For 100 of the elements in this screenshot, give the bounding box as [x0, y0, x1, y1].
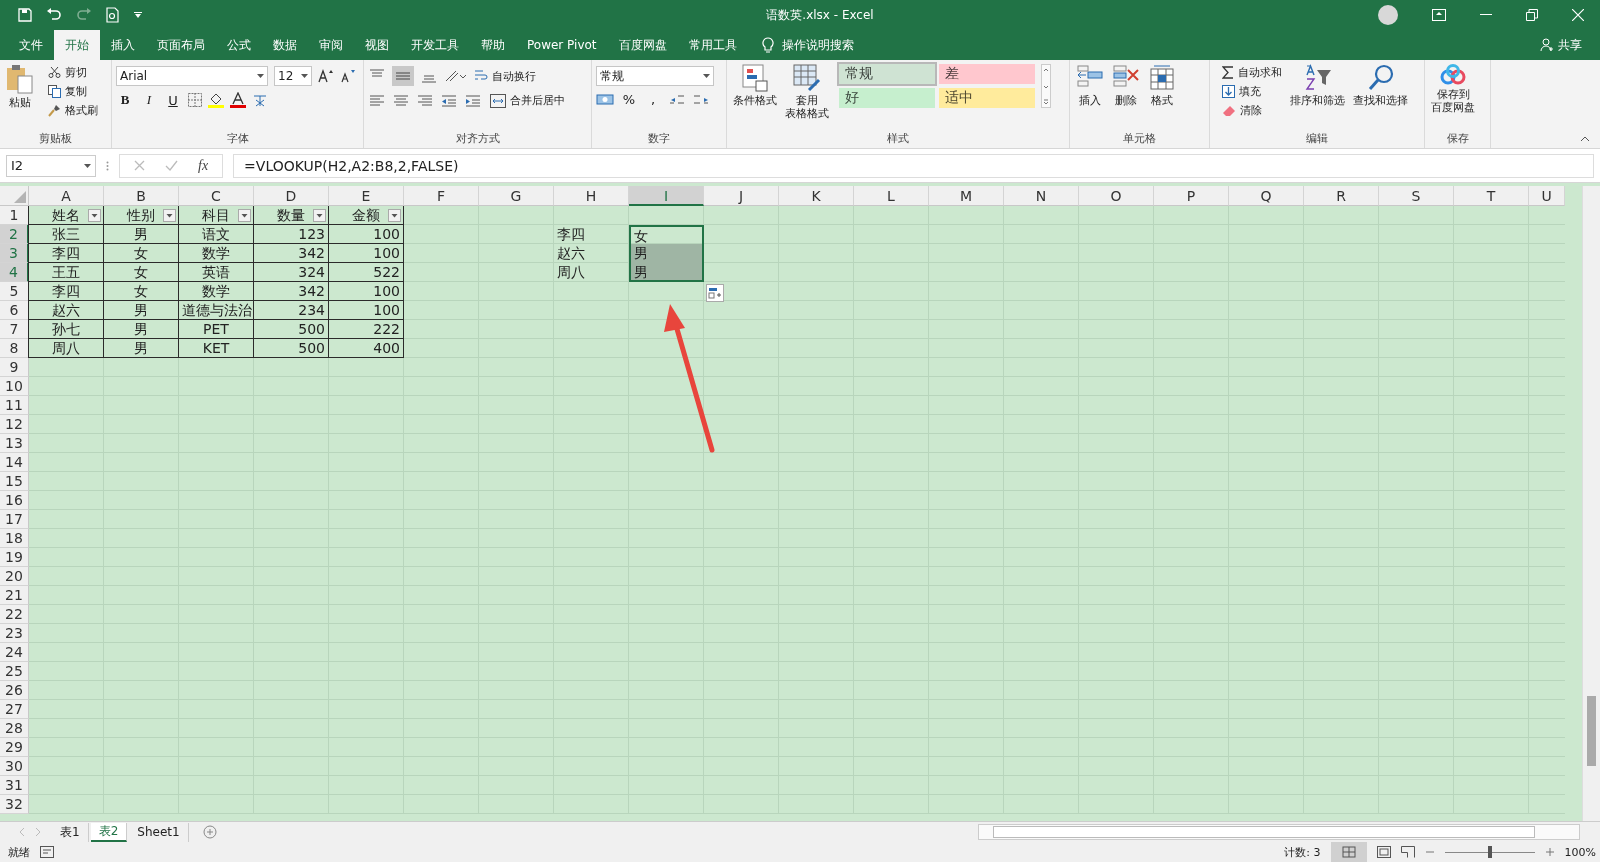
- row-header[interactable]: 28: [0, 719, 29, 738]
- font-color-icon[interactable]: [230, 92, 246, 108]
- filter-dropdown-icon[interactable]: [163, 209, 176, 222]
- sheet-tab[interactable]: Sheet1: [129, 822, 189, 842]
- name-box[interactable]: I2: [6, 154, 96, 177]
- row-header[interactable]: 29: [0, 738, 29, 757]
- row-header[interactable]: 19: [0, 548, 29, 567]
- column-header[interactable]: B: [104, 186, 179, 206]
- save-to-cloud-button[interactable]: 保存到 百度网盘: [1429, 64, 1477, 114]
- wrap-text-button[interactable]: 自动换行: [472, 67, 538, 85]
- filter-dropdown-icon[interactable]: [313, 209, 326, 222]
- row-header[interactable]: 9: [0, 358, 29, 377]
- row-header[interactable]: 8: [0, 339, 29, 358]
- row-header[interactable]: 22: [0, 605, 29, 624]
- caret-icon[interactable]: [703, 74, 710, 78]
- row-header[interactable]: 5: [0, 282, 29, 301]
- quick-analysis-icon[interactable]: [706, 284, 724, 302]
- cells-button[interactable]: 插入: [1074, 64, 1106, 107]
- close-icon[interactable]: [1572, 9, 1584, 21]
- row-header[interactable]: 11: [0, 396, 29, 415]
- row-header[interactable]: 6: [0, 301, 29, 320]
- row-header[interactable]: 2: [0, 225, 29, 244]
- row-header[interactable]: 1: [0, 206, 29, 225]
- row-header[interactable]: 10: [0, 377, 29, 396]
- font-size-dropdown[interactable]: 12: [274, 66, 312, 86]
- column-header[interactable]: I: [629, 186, 704, 206]
- sheet-tab[interactable]: 表2: [90, 822, 128, 842]
- cell-style-tile[interactable]: 常规: [839, 64, 935, 84]
- cell-style-tile[interactable]: 好: [839, 88, 935, 108]
- editing-action[interactable]: 清除: [1220, 102, 1284, 119]
- normal-view-icon[interactable]: [1330, 842, 1367, 862]
- column-header[interactable]: U: [1529, 186, 1565, 206]
- row-header[interactable]: 4: [0, 263, 29, 282]
- font-style-button[interactable]: B: [116, 92, 134, 108]
- font-style-button[interactable]: I: [140, 92, 158, 108]
- row-header[interactable]: 15: [0, 472, 29, 491]
- row-header[interactable]: 20: [0, 567, 29, 586]
- conditional-format-button[interactable]: 条件格式: [731, 64, 779, 107]
- ribbon-tab[interactable]: Power Pivot: [516, 30, 608, 60]
- caret-icon[interactable]: [301, 74, 308, 78]
- phonetic-icon[interactable]: [252, 92, 268, 108]
- ribbon-display-icon[interactable]: [1432, 9, 1446, 21]
- row-header[interactable]: 13: [0, 434, 29, 453]
- merge-center-button[interactable]: 合并后居中: [488, 92, 567, 109]
- sort-filter-button[interactable]: 排序和筛选: [1288, 64, 1347, 107]
- cell-style-tile[interactable]: 适中: [939, 88, 1035, 108]
- ribbon-tab[interactable]: 插入: [100, 30, 146, 60]
- increase-indent-icon[interactable]: [464, 93, 482, 108]
- filter-dropdown-icon[interactable]: [238, 209, 251, 222]
- increase-decimal-icon[interactable]: [668, 92, 686, 107]
- row-header[interactable]: 27: [0, 700, 29, 719]
- formula-input[interactable]: =VLOOKUP(H2,A2:B8,2,FALSE): [233, 153, 1594, 178]
- row-header[interactable]: 3: [0, 244, 29, 263]
- editing-action[interactable]: 填充: [1220, 83, 1284, 100]
- column-header[interactable]: G: [479, 186, 554, 206]
- ribbon-tab[interactable]: 开始: [54, 30, 100, 60]
- cell-style-tile[interactable]: 差: [939, 64, 1035, 84]
- row-header[interactable]: 26: [0, 681, 29, 700]
- checkmark-icon[interactable]: [165, 160, 178, 171]
- print-preview-icon[interactable]: [106, 7, 120, 23]
- ribbon-tab[interactable]: 帮助: [470, 30, 516, 60]
- filter-dropdown-icon[interactable]: [88, 209, 101, 222]
- fill-color-icon[interactable]: [208, 92, 224, 108]
- insert-function-button[interactable]: fx: [198, 157, 209, 174]
- ribbon-tab[interactable]: 视图: [354, 30, 400, 60]
- currency-icon[interactable]: [596, 92, 614, 107]
- column-header[interactable]: K: [779, 186, 854, 206]
- row-header[interactable]: 25: [0, 662, 29, 681]
- row-header[interactable]: 30: [0, 757, 29, 776]
- decrease-indent-icon[interactable]: [440, 93, 458, 108]
- ribbon-tab[interactable]: 开发工具: [400, 30, 470, 60]
- grow-font-icon[interactable]: [318, 69, 334, 83]
- column-header[interactable]: Q: [1229, 186, 1304, 206]
- column-header[interactable]: P: [1154, 186, 1229, 206]
- ribbon-tab[interactable]: 百度网盘: [607, 30, 678, 60]
- row-header[interactable]: 23: [0, 624, 29, 643]
- column-header[interactable]: C: [179, 186, 254, 206]
- column-header[interactable]: S: [1379, 186, 1454, 206]
- column-header[interactable]: L: [854, 186, 929, 206]
- ribbon-tab[interactable]: 公式: [216, 30, 262, 60]
- undo-icon[interactable]: [46, 8, 62, 22]
- zoom-thumb[interactable]: [1487, 846, 1492, 858]
- shrink-font-icon[interactable]: [340, 69, 356, 83]
- row-header[interactable]: 31: [0, 776, 29, 795]
- ribbon-tab[interactable]: 常用工具: [677, 30, 748, 60]
- number-style-button[interactable]: ,: [644, 92, 662, 107]
- paste-button[interactable]: 粘贴: [4, 64, 36, 109]
- caret-icon[interactable]: [84, 163, 91, 168]
- format-as-table-button[interactable]: 套用 表格格式: [783, 64, 831, 120]
- column-header[interactable]: M: [929, 186, 1004, 206]
- column-header[interactable]: A: [29, 186, 104, 206]
- clipboard-action[interactable]: 复制: [46, 83, 100, 100]
- page-break-icon[interactable]: [1400, 846, 1415, 858]
- horizontal-scrollbar[interactable]: [978, 824, 1580, 840]
- gallery-scroll-icon[interactable]: [1041, 64, 1051, 108]
- editing-action[interactable]: 自动求和: [1220, 64, 1284, 81]
- ribbon-tab[interactable]: 数据: [262, 30, 308, 60]
- column-header[interactable]: O: [1079, 186, 1154, 206]
- tell-me-search[interactable]: 操作说明搜索: [773, 30, 862, 60]
- clipboard-action[interactable]: 格式刷: [46, 102, 100, 119]
